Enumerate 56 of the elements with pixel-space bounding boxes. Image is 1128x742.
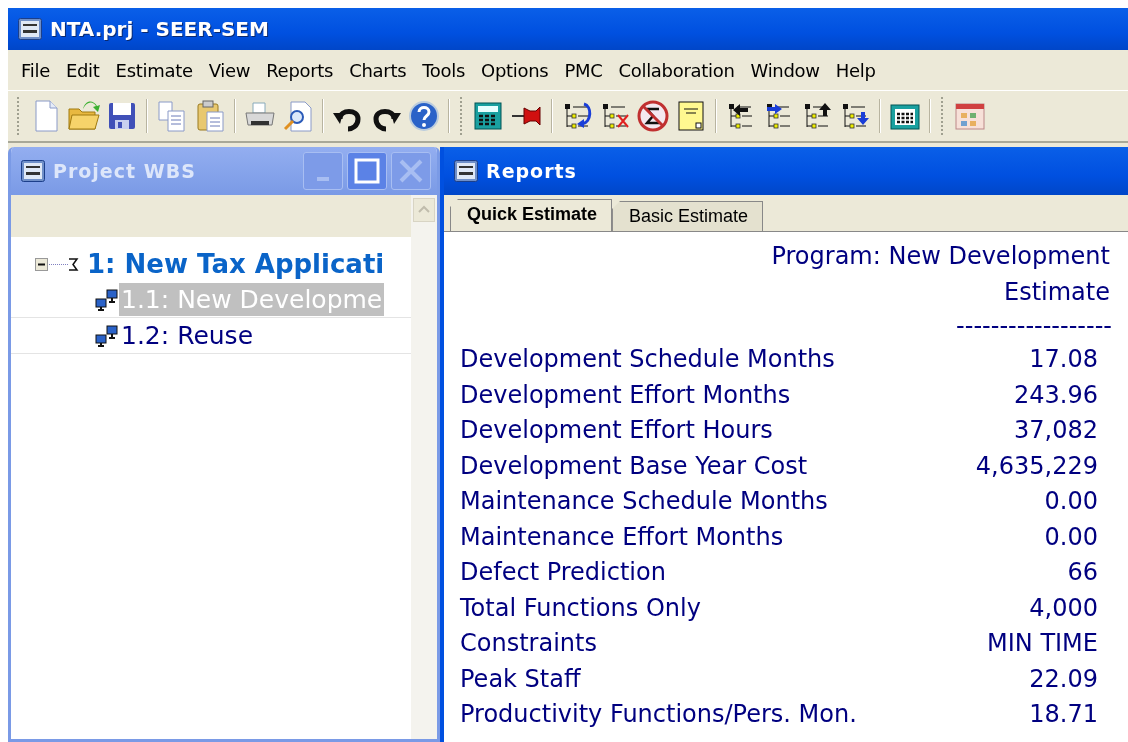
menu-item[interactable]: View bbox=[201, 59, 260, 81]
no-sigma-icon[interactable] bbox=[636, 99, 670, 133]
metric-label: Development Schedule Months bbox=[460, 344, 835, 375]
network-icon bbox=[95, 288, 119, 311]
metric-value: 4,000 bbox=[1029, 592, 1098, 624]
metric-label: Development Effort Months bbox=[460, 379, 791, 411]
tab[interactable]: Quick Estimate bbox=[450, 199, 613, 231]
menu-item[interactable]: Reports bbox=[259, 59, 343, 81]
metric-label: Defect Prediction bbox=[460, 557, 666, 588]
help-icon[interactable] bbox=[407, 99, 441, 133]
metric-value: 17.08 bbox=[1029, 344, 1098, 375]
tab[interactable]: Basic Estimate bbox=[612, 201, 764, 231]
metric-value: 37,082 bbox=[1014, 415, 1098, 446]
metric-value: 22.09 bbox=[1029, 663, 1098, 695]
panel-title: Project WBS bbox=[53, 160, 197, 182]
metric-label: Maintenance Effort Months bbox=[460, 521, 784, 553]
tree-item[interactable]: 1.2: Reuse bbox=[119, 319, 255, 352]
menu-item[interactable]: Tools bbox=[415, 59, 475, 81]
menu-item[interactable]: File bbox=[14, 59, 59, 81]
menu-item[interactable]: Window bbox=[743, 59, 829, 81]
metric-value: 0.00 bbox=[1044, 486, 1098, 517]
metric-label: Total Functions Only bbox=[460, 592, 701, 624]
close-icon bbox=[398, 158, 424, 184]
metric-value: 0.00 bbox=[1044, 521, 1098, 553]
metric-label: Development Effort Hours bbox=[460, 415, 773, 446]
menu-item[interactable]: Collaboration bbox=[611, 59, 744, 81]
metric-label: Development Base Year Cost bbox=[460, 450, 808, 482]
print-preview-icon[interactable] bbox=[281, 99, 315, 133]
app-icon bbox=[18, 18, 42, 40]
separator-line: ------------------ bbox=[956, 312, 1112, 340]
window-title: NTA.prj - SEER-SEM bbox=[50, 17, 269, 41]
metric-label: Productivity Functions/Pers. Mon. bbox=[460, 699, 857, 730]
app-icon bbox=[454, 160, 478, 182]
metric-value: MIN TIME bbox=[987, 628, 1098, 659]
metric-value: 18.71 bbox=[1029, 699, 1098, 730]
tree-item[interactable]: 1: New Tax Applicati bbox=[85, 248, 387, 281]
menu-item[interactable]: Options bbox=[474, 59, 558, 81]
maximize-button[interactable] bbox=[347, 152, 387, 190]
menu-item[interactable]: Charts bbox=[342, 59, 416, 81]
panel-title: Reports bbox=[486, 160, 578, 182]
app-icon bbox=[21, 160, 45, 182]
report-heading: Program: New Development Estimate bbox=[770, 241, 1111, 308]
metric-label: Peak Staff bbox=[460, 663, 581, 695]
metric-label: Maintenance Schedule Months bbox=[460, 486, 828, 517]
network-icon bbox=[95, 324, 119, 347]
minimize-icon bbox=[317, 177, 329, 181]
menu-item[interactable]: PMC bbox=[557, 59, 612, 81]
metric-label: Constraints bbox=[460, 628, 597, 659]
metric-value: 4,635,229 bbox=[975, 450, 1098, 482]
menu-item[interactable]: Estimate bbox=[108, 59, 202, 81]
menu-item[interactable]: Edit bbox=[58, 59, 109, 81]
menu-item[interactable]: Help bbox=[828, 59, 885, 81]
maximize-icon bbox=[353, 157, 381, 185]
collapse-button[interactable] bbox=[35, 256, 79, 273]
metric-value: 243.96 bbox=[1014, 379, 1098, 411]
metric-value: 66 bbox=[1067, 557, 1098, 588]
